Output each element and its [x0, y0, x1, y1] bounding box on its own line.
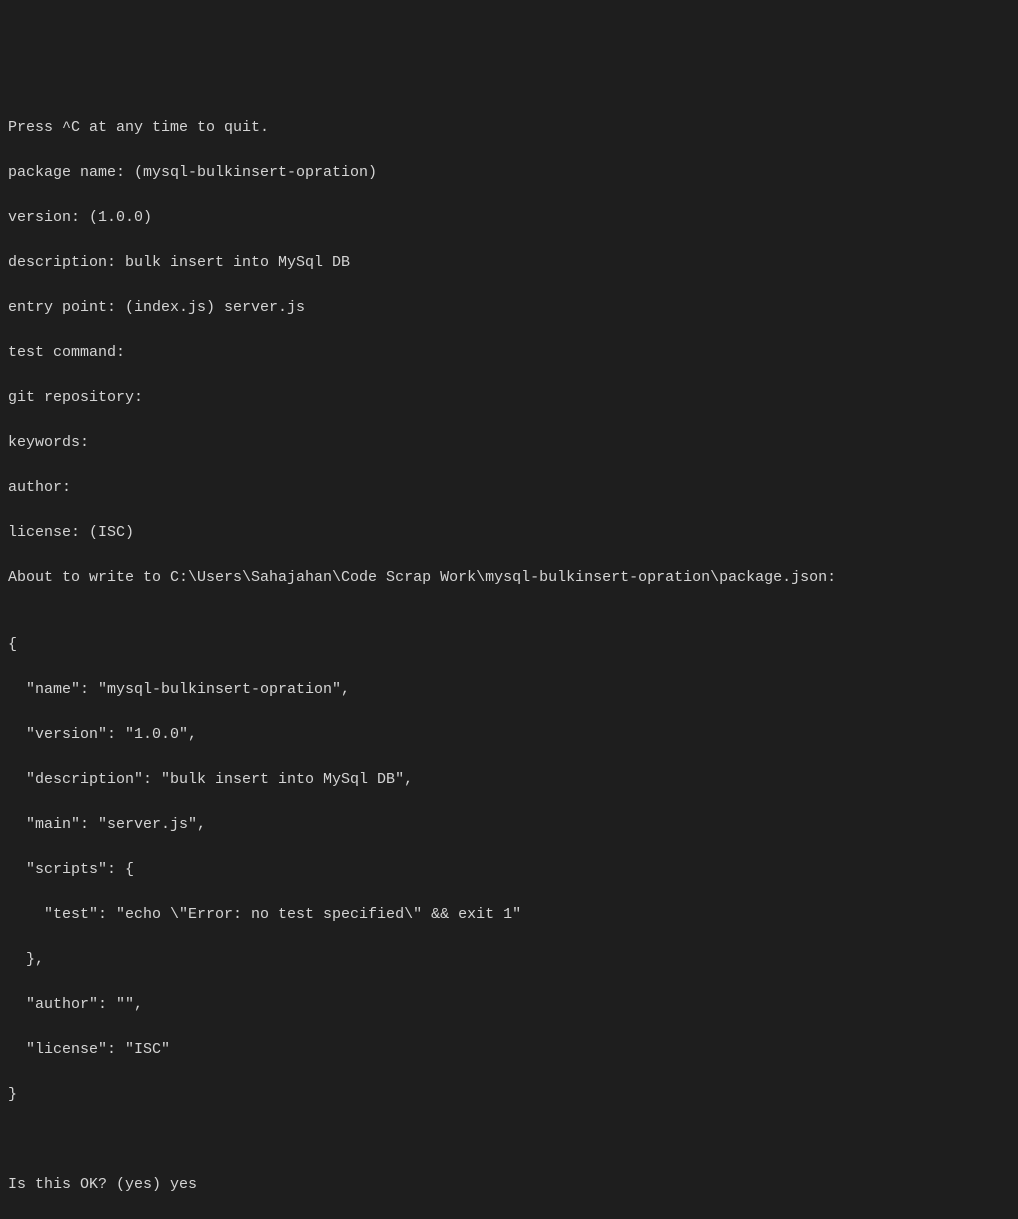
terminal-line: test command: — [8, 342, 1010, 365]
terminal-line: license: (ISC) — [8, 522, 1010, 545]
terminal-line: description: bulk insert into MySql DB — [8, 252, 1010, 275]
terminal-line: keywords: — [8, 432, 1010, 455]
terminal-line: Is this OK? (yes) yes — [8, 1174, 1010, 1197]
terminal-line: author: — [8, 477, 1010, 500]
terminal-line: version: (1.0.0) — [8, 207, 1010, 230]
terminal-line: { — [8, 634, 1010, 657]
terminal-output[interactable]: Press ^C at any time to quit. package na… — [8, 94, 1010, 716]
terminal-line: "test": "echo \"Error: no test specified… — [8, 904, 1010, 927]
terminal-line: "version": "1.0.0", — [8, 724, 1010, 747]
terminal-line: git repository: — [8, 387, 1010, 410]
terminal-line: "license": "ISC" — [8, 1039, 1010, 1062]
terminal-line: Press ^C at any time to quit. — [8, 117, 1010, 140]
terminal-line: } — [8, 1084, 1010, 1107]
terminal-line: "name": "mysql-bulkinsert-opration", — [8, 679, 1010, 702]
terminal-line: About to write to C:\Users\Sahajahan\Cod… — [8, 567, 1010, 590]
terminal-line: "main": "server.js", — [8, 814, 1010, 837]
terminal-line: }, — [8, 949, 1010, 972]
terminal-line: "scripts": { — [8, 859, 1010, 882]
terminal-line: "description": "bulk insert into MySql D… — [8, 769, 1010, 792]
terminal-line: package name: (mysql-bulkinsert-opration… — [8, 162, 1010, 185]
terminal-line: "author": "", — [8, 994, 1010, 1017]
terminal-line: entry point: (index.js) server.js — [8, 297, 1010, 320]
